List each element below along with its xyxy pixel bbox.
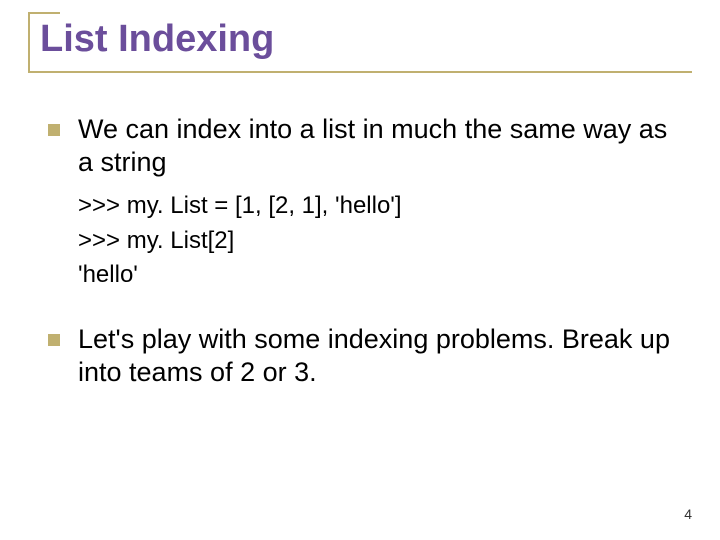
bullet-text: Let's play with some indexing problems. … — [78, 323, 682, 389]
title-container: List Indexing — [28, 18, 692, 73]
code-block: >>> my. List = [1, [2, 1], 'hello'] >>> … — [78, 189, 682, 293]
code-line: >>> my. List = [1, [2, 1], 'hello'] — [78, 189, 682, 224]
code-line: 'hello' — [78, 258, 682, 293]
page-number: 4 — [684, 506, 692, 522]
slide: List Indexing We can index into a list i… — [0, 0, 720, 540]
square-bullet-icon — [48, 334, 60, 346]
slide-title: List Indexing — [30, 18, 692, 61]
code-line: >>> my. List[2] — [78, 224, 682, 259]
bullet-text: We can index into a list in much the sam… — [78, 113, 682, 179]
bullet-row: We can index into a list in much the sam… — [48, 113, 682, 179]
square-bullet-icon — [48, 124, 60, 136]
bullet-row: Let's play with some indexing problems. … — [48, 323, 682, 389]
slide-body: We can index into a list in much the sam… — [28, 73, 692, 389]
